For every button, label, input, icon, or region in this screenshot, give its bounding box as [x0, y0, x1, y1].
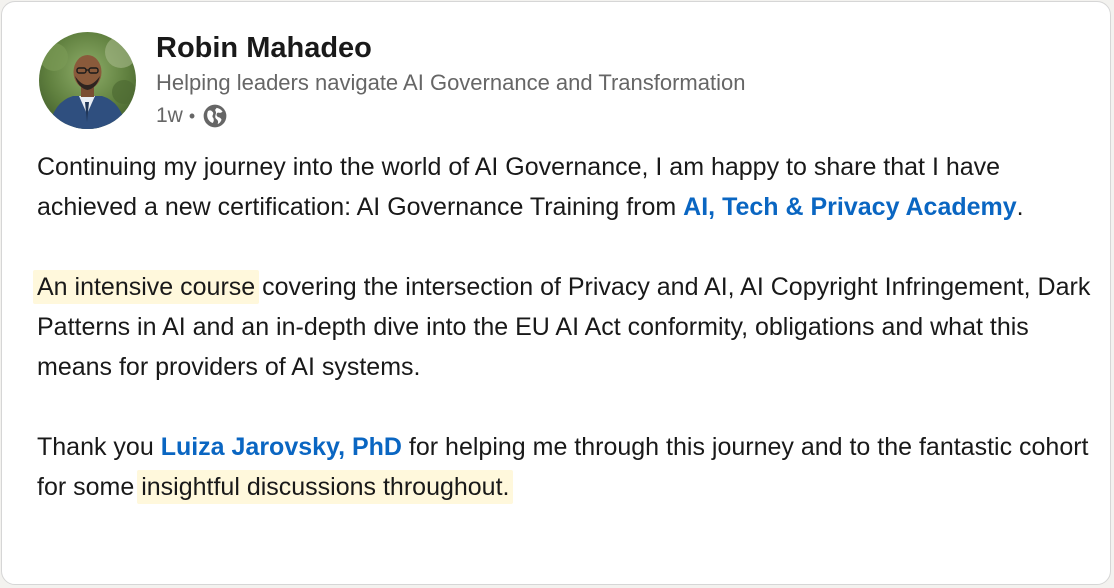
mention-luiza-jarovsky[interactable]: Luiza Jarovsky, PhD	[161, 433, 402, 461]
post-paragraph-1: Continuing my journey into the world of …	[37, 153, 1024, 221]
mention-ai-tech-privacy-academy[interactable]: AI, Tech & Privacy Academy	[683, 193, 1016, 221]
author-avatar[interactable]	[39, 32, 136, 129]
author-headline: Helping leaders navigate AI Governance a…	[156, 70, 746, 95]
avatar-photo	[39, 32, 136, 129]
globe-icon	[202, 103, 228, 129]
highlighted-text: insightful discussions throughout.	[137, 470, 514, 504]
highlighted-text: An intensive course	[33, 270, 260, 304]
post-paragraph-2: An intensive course covering the interse…	[33, 267, 1097, 387]
author-name[interactable]: Robin Mahadeo	[156, 31, 372, 65]
post-timestamp[interactable]: 1w	[156, 104, 183, 128]
post-meta: 1w •	[156, 102, 228, 130]
meta-separator: •	[188, 105, 196, 126]
post-card: Robin Mahadeo Helping leaders navigate A…	[1, 1, 1111, 585]
post-paragraph-3: Thank you Luiza Jarovsky, PhD for helpin…	[37, 427, 1097, 507]
post-body: Continuing my journey into the world of …	[33, 147, 1097, 507]
